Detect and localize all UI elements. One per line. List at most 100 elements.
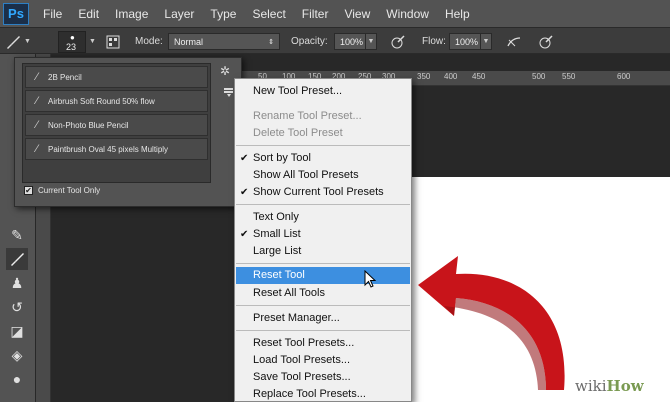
- tool-preset-picker[interactable]: ▼: [4, 28, 31, 55]
- menu-item-text-only[interactable]: Text Only: [236, 209, 410, 226]
- menu-item-reset-all-tools[interactable]: Reset All Tools: [236, 285, 410, 302]
- list-item[interactable]: ⁄ 2B Pencil: [25, 66, 208, 88]
- menu-item-reset-tool[interactable]: Reset Tool: [236, 267, 410, 284]
- paint-bucket-tool-icon[interactable]: ◈: [6, 344, 28, 366]
- menu-item-label: Reset All Tools: [253, 287, 325, 299]
- menu-item-label: Reset Tool: [253, 269, 305, 281]
- brush-icon: ⁄: [36, 119, 38, 131]
- menu-item-label: New Tool Preset...: [253, 85, 343, 97]
- brush-icon: [4, 33, 22, 51]
- brush-panel-icon: [104, 33, 122, 51]
- brush-icon: ⁄: [36, 143, 38, 155]
- menu-help[interactable]: Help: [437, 7, 478, 21]
- menu-item-sort-by-tool[interactable]: ✔ Sort by Tool: [236, 150, 410, 167]
- menu-item-label: Load Tool Presets...: [253, 354, 351, 366]
- brush-tool-icon[interactable]: [6, 248, 28, 270]
- brush-icon: ⁄: [36, 71, 38, 83]
- list-item[interactable]: ⁄ Airbrush Soft Round 50% flow: [25, 90, 208, 112]
- menu-image[interactable]: Image: [107, 7, 156, 21]
- healing-brush-tool-icon[interactable]: ✎: [6, 224, 28, 246]
- opacity-value[interactable]: 100%: [334, 33, 366, 50]
- options-bar: ▼ ● 23 ▼ Mode: Normal ⇕ Opacity: 100% ▼ …: [0, 27, 670, 54]
- menu-item-label: Preset Manager...: [253, 312, 340, 324]
- menu-item-show-all-tool-presets[interactable]: Show All Tool Presets: [236, 167, 410, 184]
- checkmark-icon: ✔: [24, 186, 33, 195]
- panel-menu-icon[interactable]: [224, 88, 233, 99]
- menu-item-show-current-tool-presets[interactable]: ✔ Show Current Tool Presets: [236, 184, 410, 201]
- photoshop-logo: Ps: [3, 2, 29, 25]
- menu-window[interactable]: Window: [378, 7, 437, 21]
- menu-item-label: Small List: [253, 228, 301, 240]
- blur-tool-icon[interactable]: ●: [6, 368, 28, 390]
- pen-pressure-size-icon: [537, 33, 555, 51]
- ruler-mark: 500: [532, 72, 546, 81]
- menu-item-preset-manager[interactable]: Preset Manager...: [236, 310, 410, 327]
- checkmark-icon: ✔: [240, 229, 249, 240]
- airbrush-icon: [505, 33, 523, 51]
- menu-item-label: Rename Tool Preset...: [253, 110, 362, 122]
- menu-item-small-list[interactable]: ✔ Small List: [236, 226, 410, 243]
- pressure-size-toggle[interactable]: [537, 28, 555, 55]
- mode-label: Mode:: [135, 36, 163, 47]
- gear-icon[interactable]: ✲: [220, 64, 230, 78]
- menu-separator: [236, 263, 410, 264]
- menu-select[interactable]: Select: [244, 7, 293, 21]
- brush-size-picker[interactable]: ● 23 ▼: [58, 28, 96, 55]
- menu-item-label: Text Only: [253, 211, 299, 223]
- menu-item-label: Save Tool Presets...: [253, 371, 351, 383]
- eraser-tool-icon[interactable]: ◪: [6, 320, 28, 342]
- menu-view[interactable]: View: [336, 7, 378, 21]
- menu-item-label: Show Current Tool Presets: [253, 186, 384, 198]
- menu-item-label: Sort by Tool: [253, 152, 311, 164]
- menu-edit[interactable]: Edit: [70, 7, 107, 21]
- tool-presets-panel: ⁄ 2B Pencil ⁄ Airbrush Soft Round 50% fl…: [14, 57, 242, 207]
- watermark-wiki: wiki: [575, 377, 607, 395]
- flow-value[interactable]: 100%: [449, 33, 481, 50]
- wikihow-watermark: wikiHow: [575, 377, 644, 395]
- checkmark-icon: ✔: [240, 153, 249, 164]
- preset-label: Airbrush Soft Round 50% flow: [48, 96, 155, 106]
- menu-item-label: Delete Tool Preset: [253, 127, 343, 139]
- menu-file[interactable]: File: [35, 7, 70, 21]
- ruler-mark: 350: [417, 72, 431, 81]
- brush-panel-toggle[interactable]: [104, 28, 122, 55]
- chevron-down-icon: ▼: [24, 38, 31, 45]
- chevron-down-icon[interactable]: ▼: [481, 33, 492, 50]
- history-brush-tool-icon[interactable]: ↺: [6, 296, 28, 318]
- ruler-mark: 400: [444, 72, 458, 81]
- tool-preset-list: ⁄ 2B Pencil ⁄ Airbrush Soft Round 50% fl…: [22, 63, 211, 183]
- menu-item-label: Replace Tool Presets...: [253, 388, 366, 400]
- menu-item-label: Show All Tool Presets: [253, 169, 359, 181]
- menu-item-reset-tool-presets[interactable]: Reset Tool Presets...: [236, 335, 410, 352]
- preset-label: 2B Pencil: [48, 72, 82, 82]
- menu-type[interactable]: Type: [202, 7, 244, 21]
- clone-stamp-tool-icon[interactable]: ♟: [6, 272, 28, 294]
- menu-item-delete-tool-preset: Delete Tool Preset: [236, 125, 410, 142]
- current-tool-only-label: Current Tool Only: [38, 186, 101, 195]
- brush-size-value: 23: [66, 41, 77, 52]
- menu-item-load-tool-presets[interactable]: Load Tool Presets...: [236, 352, 410, 369]
- list-item[interactable]: ⁄ Non-Photo Blue Pencil: [25, 114, 208, 136]
- mode-value: Normal: [174, 36, 204, 47]
- opacity-label: Opacity:: [291, 36, 328, 47]
- list-item[interactable]: ⁄ Paintbrush Oval 45 pixels Multiply: [25, 138, 208, 160]
- menu-item-label: Reset Tool Presets...: [253, 337, 355, 349]
- current-tool-only-checkbox[interactable]: ✔ Current Tool Only: [24, 186, 100, 195]
- menu-separator: [236, 305, 410, 306]
- flow-field[interactable]: 100% ▼: [449, 28, 492, 55]
- pressure-opacity-toggle[interactable]: [389, 28, 407, 55]
- mode-select[interactable]: Normal ⇕: [168, 28, 280, 55]
- menu-separator: [236, 145, 410, 146]
- menu-item-label: Large List: [253, 245, 302, 257]
- menu-filter[interactable]: Filter: [294, 7, 337, 21]
- airbrush-toggle[interactable]: [505, 28, 523, 55]
- menu-item-replace-tool-presets[interactable]: Replace Tool Presets...: [236, 386, 410, 402]
- chevron-down-icon[interactable]: ▼: [366, 33, 377, 50]
- menu-separator: [236, 204, 410, 205]
- opacity-field[interactable]: 100% ▼: [334, 28, 377, 55]
- menu-item-save-tool-presets[interactable]: Save Tool Presets...: [236, 369, 410, 386]
- ruler-mark: 600: [617, 72, 631, 81]
- menu-layer[interactable]: Layer: [156, 7, 202, 21]
- menu-item-new-tool-preset[interactable]: New Tool Preset...: [236, 83, 410, 100]
- menu-item-large-list[interactable]: Large List: [236, 243, 410, 260]
